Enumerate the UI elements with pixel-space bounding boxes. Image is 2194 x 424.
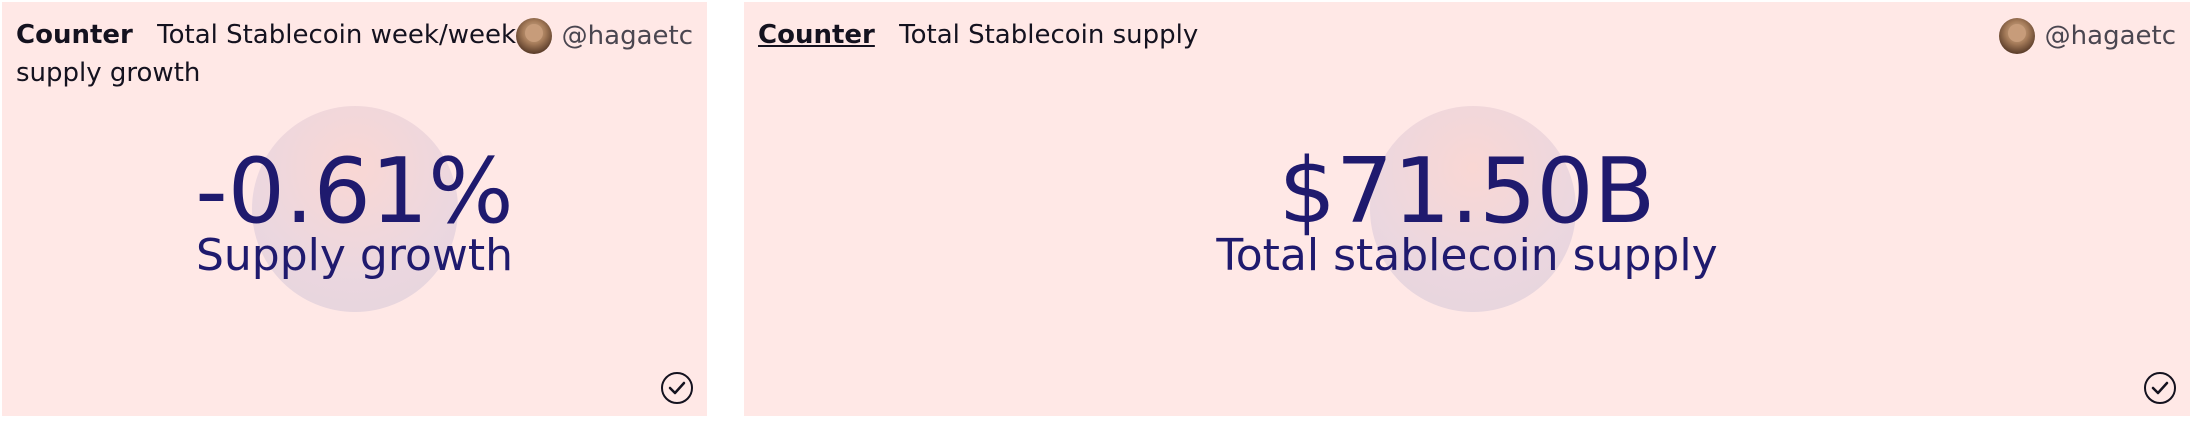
counter-label: Supply growth	[195, 230, 514, 281]
card-header: Counter Total Stablecoin week/week suppl…	[16, 16, 527, 92]
author-badge[interactable]: @hagaetc	[1998, 18, 2176, 54]
counter-label: Total stablecoin supply	[1216, 230, 1718, 281]
counter-value: -0.61%	[195, 139, 514, 244]
counter-type-link[interactable]: Counter	[758, 20, 875, 50]
author-handle[interactable]: @hagaetc	[562, 21, 693, 51]
avatar[interactable]	[1998, 18, 2035, 54]
author-handle[interactable]: @hagaetc	[2045, 21, 2176, 51]
counter-value: $71.50B	[1278, 139, 1656, 244]
card-title: Total Stablecoin supply	[899, 20, 1199, 50]
card-header: Counter Total Stablecoin supply	[758, 16, 1990, 54]
counter-area: $71.50B Total stablecoin supply	[744, 102, 2190, 322]
check-circle-icon[interactable]	[2144, 372, 2176, 404]
counter-card-total-supply[interactable]: Counter Total Stablecoin supply @hagaetc…	[744, 2, 2190, 416]
counter-card-supply-growth[interactable]: Counter Total Stablecoin week/week suppl…	[2, 2, 707, 416]
check-circle-icon[interactable]	[661, 372, 693, 404]
dashboard-canvas: Counter Total Stablecoin week/week suppl…	[0, 0, 2194, 424]
counter-area: -0.61% Supply growth	[2, 102, 707, 322]
counter-type-label: Counter	[16, 20, 133, 50]
avatar[interactable]	[515, 18, 552, 54]
author-badge[interactable]: @hagaetc	[515, 18, 693, 54]
